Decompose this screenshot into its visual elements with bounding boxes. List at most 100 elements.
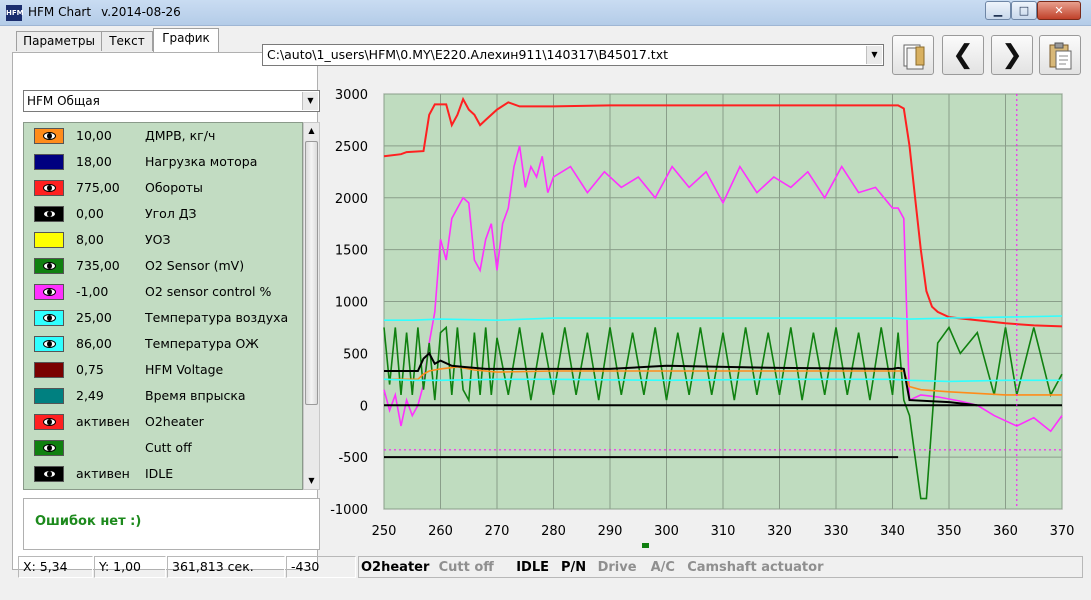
- param-value: 8,00: [76, 232, 104, 247]
- tab-text[interactable]: Текст: [101, 31, 153, 51]
- param-row[interactable]: активен O2heater: [24, 409, 302, 435]
- param-row[interactable]: Cutt off: [24, 435, 302, 461]
- param-color-swatch[interactable]: [34, 180, 64, 196]
- chevron-down-icon[interactable]: ▼: [866, 46, 882, 64]
- param-row[interactable]: 18,00 Нагрузка мотора: [24, 149, 302, 175]
- window-title: HFM Chart v.2014-08-26: [28, 5, 181, 19]
- status-flag: Drive: [597, 560, 637, 575]
- param-color-swatch[interactable]: [34, 128, 64, 144]
- eye-icon[interactable]: [42, 470, 56, 478]
- param-value: активен: [76, 414, 130, 429]
- file-path-value: C:\auto\1_users\HFM\0.MY\E220.Алехин911\…: [267, 47, 668, 62]
- param-row[interactable]: 25,00 Температура воздуха: [24, 305, 302, 331]
- copy-button[interactable]: [1039, 35, 1081, 75]
- param-row[interactable]: 8,00 УОЗ: [24, 227, 302, 253]
- y-tick-label: 2000: [335, 192, 368, 207]
- scroll-down-icon[interactable]: ▼: [304, 473, 319, 489]
- param-color-swatch[interactable]: [34, 388, 64, 404]
- param-color-swatch[interactable]: [34, 440, 64, 456]
- param-name: Температура ОЖ: [145, 336, 259, 351]
- param-row[interactable]: 0,00 Угол ДЗ: [24, 201, 302, 227]
- param-name: Время впрыска: [145, 388, 246, 403]
- eye-icon[interactable]: [42, 418, 56, 426]
- param-color-swatch[interactable]: [34, 206, 64, 222]
- eye-icon[interactable]: [42, 340, 56, 348]
- x-tick-label: 260: [428, 524, 453, 539]
- param-color-swatch[interactable]: [34, 336, 64, 352]
- scroll-up-icon[interactable]: ▲: [304, 123, 319, 139]
- param-value: 25,00: [76, 310, 112, 325]
- status-flag: Camshaft actuator: [687, 560, 824, 575]
- parameter-list: 10,00 ДМРВ, кг/ч 18,00 Нагрузка мотора 775,0…: [23, 122, 303, 490]
- param-row[interactable]: 0,75 HFM Voltage: [24, 357, 302, 383]
- errors-text: Ошибок нет :): [35, 514, 142, 529]
- status-x: X: 5,34: [18, 556, 93, 578]
- file-path-select[interactable]: C:\auto\1_users\HFM\0.MY\E220.Алехин911\…: [262, 44, 884, 66]
- scroll-position-marker: [642, 543, 649, 550]
- param-list-scrollbar[interactable]: ▲ ▼: [303, 122, 320, 490]
- y-tick-label: -1000: [330, 503, 368, 518]
- preset-select[interactable]: HFM Общая ▼: [23, 90, 320, 112]
- close-button[interactable]: ✕: [1037, 1, 1081, 20]
- eye-icon[interactable]: [42, 132, 56, 140]
- status-cursor-value: -430: [286, 556, 356, 578]
- minimize-icon: ▁: [993, 4, 1003, 17]
- tab-parameters[interactable]: Параметры: [16, 31, 102, 51]
- status-flag: O2heater: [361, 560, 430, 575]
- param-row[interactable]: 2,49 Время впрыска: [24, 383, 302, 409]
- minimize-button[interactable]: ▁: [985, 1, 1011, 20]
- clipboard-icon: [1049, 42, 1072, 70]
- app-name: HFM Chart: [28, 5, 92, 19]
- param-name: O2 sensor control %: [145, 284, 272, 299]
- param-color-swatch[interactable]: [34, 310, 64, 326]
- maximize-button[interactable]: □: [1011, 1, 1037, 20]
- param-color-swatch[interactable]: [34, 414, 64, 430]
- param-name: O2 Sensor (mV): [145, 258, 245, 273]
- param-row[interactable]: 86,00 Температура ОЖ: [24, 331, 302, 357]
- param-name: ДМРВ, кг/ч: [145, 128, 216, 143]
- eye-icon[interactable]: [42, 288, 56, 296]
- eye-icon[interactable]: [42, 210, 56, 218]
- x-tick-label: 360: [993, 524, 1018, 539]
- scroll-thumb[interactable]: [305, 141, 318, 405]
- eye-icon[interactable]: [42, 184, 56, 192]
- param-color-swatch[interactable]: [34, 154, 64, 170]
- eye-icon[interactable]: [42, 444, 56, 452]
- chart-svg[interactable]: 250 260 270 280 290 300 310 320 330 340 350 360 370 3…: [328, 88, 1074, 550]
- param-name: Нагрузка мотора: [145, 154, 258, 169]
- next-file-button[interactable]: ❯: [991, 35, 1033, 75]
- app-version: v.2014-08-26: [101, 5, 181, 19]
- param-row[interactable]: 735,00 O2 Sensor (mV): [24, 253, 302, 279]
- param-color-swatch[interactable]: [34, 232, 64, 248]
- app-icon: HFM: [6, 5, 24, 21]
- param-color-swatch[interactable]: [34, 284, 64, 300]
- eye-icon[interactable]: [42, 314, 56, 322]
- param-color-swatch[interactable]: [34, 362, 64, 378]
- previous-file-button[interactable]: ❮: [942, 35, 984, 75]
- param-value: 0,75: [76, 362, 104, 377]
- preset-value: HFM Общая: [27, 94, 100, 108]
- open-file-button[interactable]: [892, 35, 934, 75]
- param-color-swatch[interactable]: [34, 258, 64, 274]
- param-row[interactable]: 775,00 Обороты: [24, 175, 302, 201]
- y-tick-label: 1000: [335, 296, 368, 311]
- x-tick-label: 310: [711, 524, 736, 539]
- param-row[interactable]: активен IDLE: [24, 461, 302, 487]
- chevron-down-icon[interactable]: ▼: [302, 92, 318, 110]
- param-name: HFM Voltage: [145, 362, 224, 377]
- status-flag: Cutt off: [438, 560, 494, 575]
- chart-area[interactable]: 250 260 270 280 290 300 310 320 330 340 350 360 370 3…: [328, 88, 1074, 550]
- param-value: 735,00: [76, 258, 120, 273]
- param-row[interactable]: 10,00 ДМРВ, кг/ч: [24, 123, 302, 149]
- param-name: Угол ДЗ: [145, 206, 197, 221]
- param-name: УОЗ: [145, 232, 171, 247]
- param-color-swatch[interactable]: [34, 466, 64, 482]
- param-value: -1,00: [76, 284, 109, 299]
- x-tick-label: 250: [372, 524, 397, 539]
- tab-chart[interactable]: График: [153, 28, 219, 52]
- status-y: Y: 1,00: [94, 556, 166, 578]
- status-bar: X: 5,34 Y: 1,00 361,813 сек. -430 O2heat…: [18, 556, 1083, 578]
- param-row[interactable]: -1,00 O2 sensor control %: [24, 279, 302, 305]
- chevron-left-icon: ❮: [952, 40, 974, 70]
- eye-icon[interactable]: [42, 262, 56, 270]
